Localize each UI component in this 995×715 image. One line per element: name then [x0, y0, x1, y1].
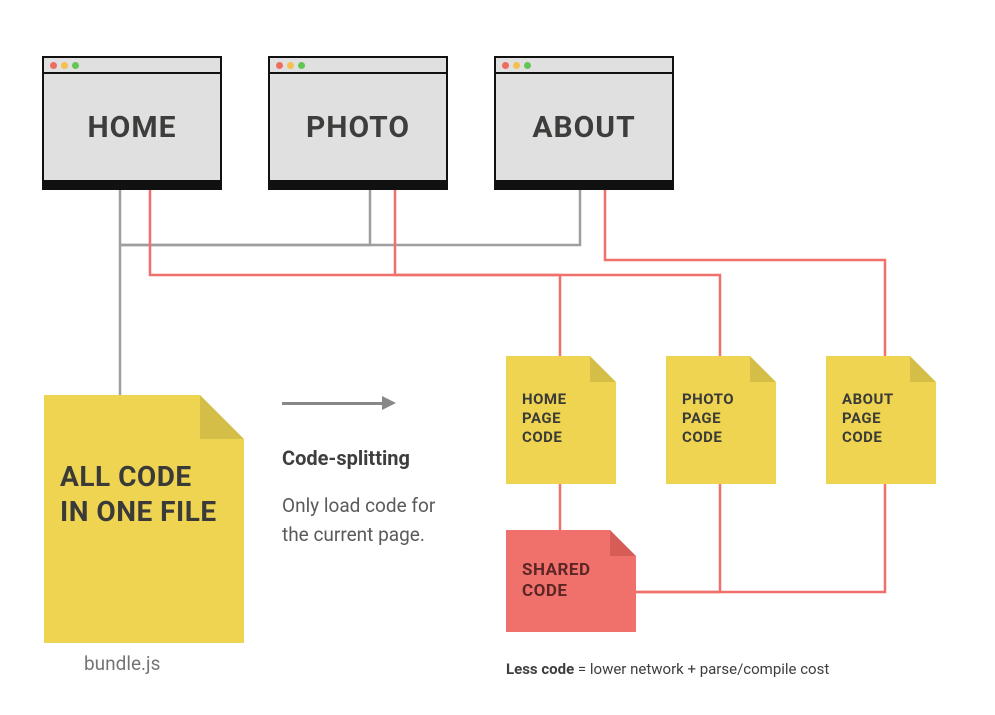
browser-titlebar — [496, 58, 672, 74]
browser-footer-bar — [44, 180, 220, 188]
browser-footer-bar — [270, 180, 446, 188]
traffic-light-max-icon — [72, 62, 79, 69]
bundle-file-text: ALL CODE IN ONE FILE — [60, 459, 228, 529]
traffic-light-min-icon — [287, 62, 294, 69]
chunk-home-text: HOME PAGE CODE — [522, 390, 600, 446]
arrow-shaft — [282, 402, 382, 405]
chunk-photo-text: PHOTO PAGE CODE — [682, 390, 760, 446]
code-splitting-title: Code-splitting — [282, 446, 410, 470]
file-fold-icon — [200, 395, 244, 439]
traffic-light-min-icon — [61, 62, 68, 69]
chunk-photo: PHOTO PAGE CODE — [666, 356, 776, 484]
traffic-light-close-icon — [50, 62, 57, 69]
file-fold-icon — [610, 530, 636, 556]
browser-titlebar — [44, 58, 220, 74]
browser-about-label: ABOUT — [496, 74, 672, 180]
traffic-light-min-icon — [513, 62, 520, 69]
file-fold-icon — [910, 356, 936, 382]
bundle-filename: bundle.js — [84, 652, 160, 675]
chunk-shared: SHARED CODE — [506, 530, 636, 632]
code-splitting-desc: Only load code for the current page. — [282, 492, 462, 549]
browser-home-label: HOME — [44, 74, 220, 180]
file-fold-icon — [750, 356, 776, 382]
browser-footer-bar — [496, 180, 672, 188]
browser-titlebar — [270, 58, 446, 74]
arrow-icon — [282, 396, 396, 410]
browser-photo-label: PHOTO — [270, 74, 446, 180]
file-fold-icon — [590, 356, 616, 382]
footer-caption-rest: = lower network + parse/compile cost — [574, 660, 829, 678]
traffic-light-max-icon — [298, 62, 305, 69]
browser-home: HOME — [42, 56, 222, 190]
browser-about: ABOUT — [494, 56, 674, 190]
chunk-about: ABOUT PAGE CODE — [826, 356, 936, 484]
traffic-light-max-icon — [524, 62, 531, 69]
diagram-canvas: HOME PHOTO ABOUT ALL CODE IN ONE FILE bu… — [0, 0, 995, 715]
chunk-about-text: ABOUT PAGE CODE — [842, 390, 920, 446]
browser-photo: PHOTO — [268, 56, 448, 190]
chunk-home: HOME PAGE CODE — [506, 356, 616, 484]
footer-caption-bold: Less code — [506, 660, 574, 678]
traffic-light-close-icon — [276, 62, 283, 69]
arrow-head-icon — [382, 396, 396, 410]
bundle-file: ALL CODE IN ONE FILE — [44, 395, 244, 643]
traffic-light-close-icon — [502, 62, 509, 69]
footer-caption: Less code = lower network + parse/compil… — [506, 660, 829, 678]
chunk-shared-text: SHARED CODE — [522, 560, 620, 603]
